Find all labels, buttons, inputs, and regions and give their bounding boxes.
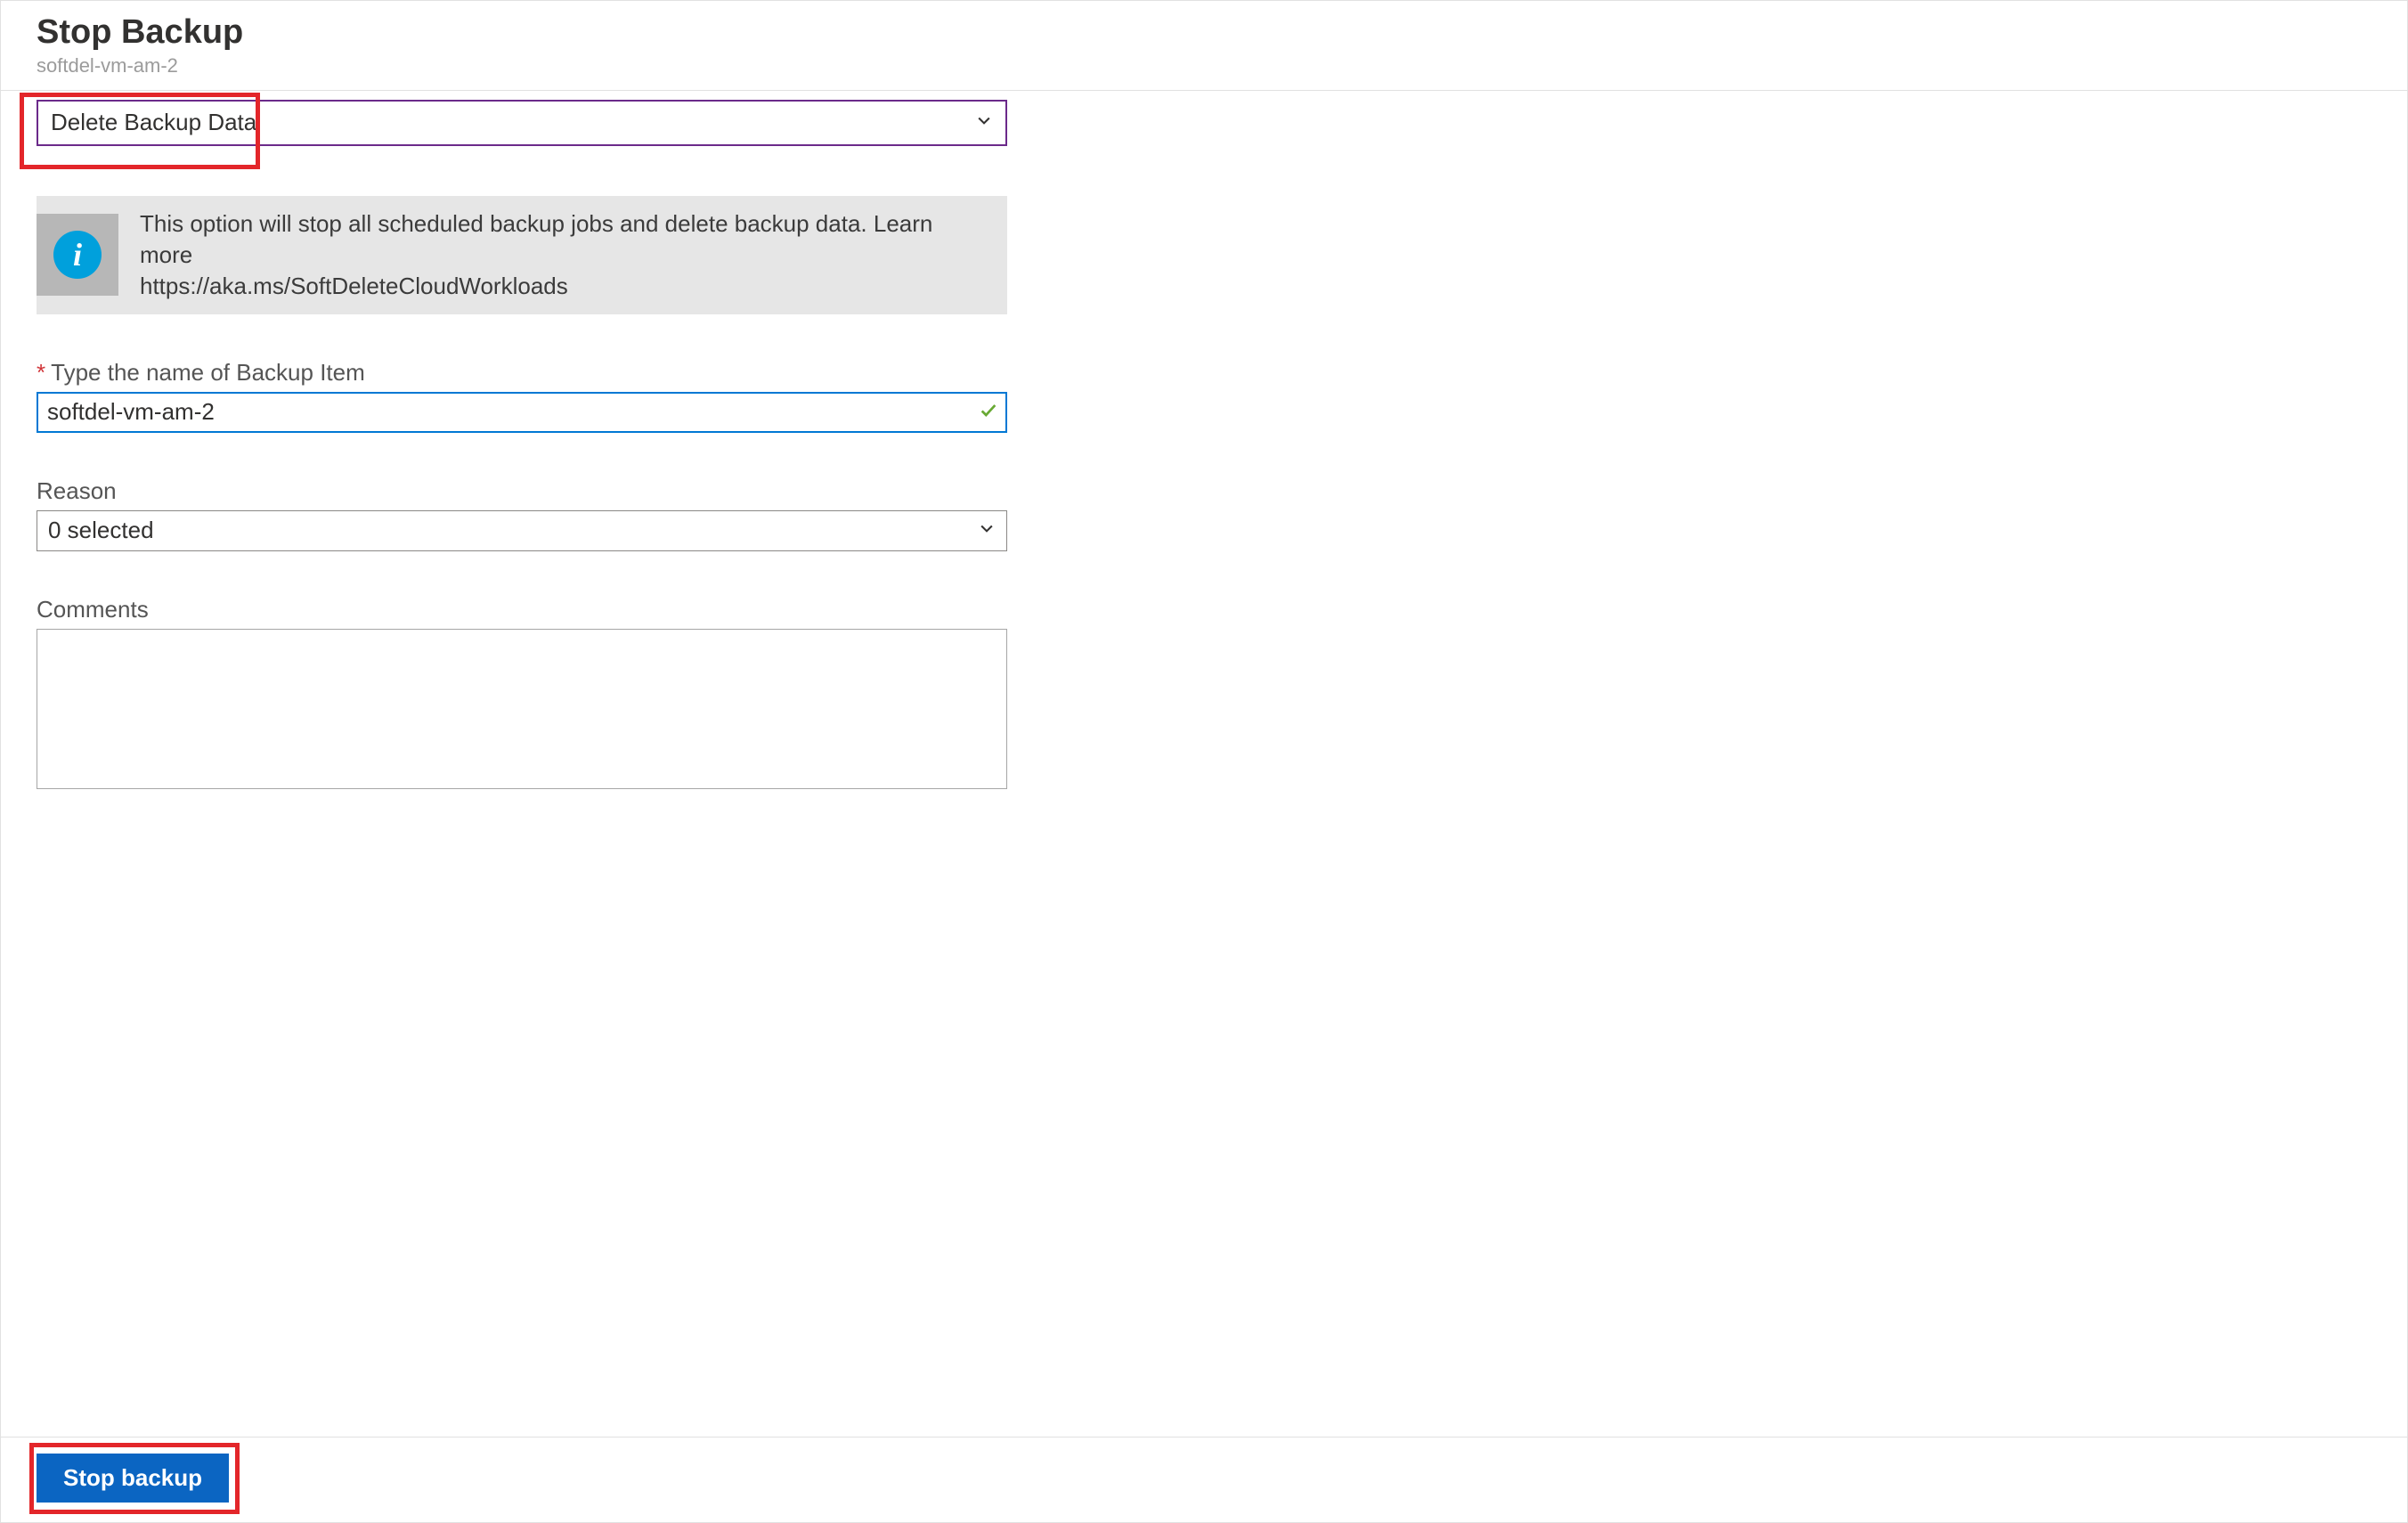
backup-item-name-input[interactable]: [37, 392, 1007, 433]
info-line1: This option will stop all scheduled back…: [140, 210, 932, 268]
name-field-label: Type the name of Backup Item: [51, 359, 365, 386]
info-icon-wrap: i: [37, 214, 118, 296]
page-subtitle: softdel-vm-am-2: [37, 54, 2371, 77]
info-message-box: i This option will stop all scheduled ba…: [37, 196, 1007, 314]
stop-backup-button[interactable]: Stop backup: [37, 1454, 229, 1503]
comments-textarea[interactable]: [37, 629, 1007, 789]
reason-field-label: Reason: [37, 477, 2371, 505]
name-field-label-row: *Type the name of Backup Item: [37, 359, 2371, 387]
chevron-down-icon: [975, 111, 993, 134]
required-asterisk: *: [37, 359, 45, 386]
reason-dropdown[interactable]: 0 selected: [37, 510, 1007, 551]
action-dropdown-value: Delete Backup Data: [51, 109, 256, 136]
action-dropdown[interactable]: Delete Backup Data: [37, 100, 1007, 146]
chevron-down-icon: [978, 519, 996, 542]
page-title: Stop Backup: [37, 13, 2371, 53]
reason-dropdown-value: 0 selected: [48, 517, 154, 544]
info-line2: https://aka.ms/SoftDeleteCloudWorkloads: [140, 271, 986, 302]
info-icon: i: [53, 231, 102, 279]
info-text: This option will stop all scheduled back…: [118, 196, 1007, 314]
checkmark-icon: [979, 398, 998, 426]
comments-field-label: Comments: [37, 596, 2371, 623]
blade-header: Stop Backup softdel-vm-am-2: [1, 1, 2407, 91]
